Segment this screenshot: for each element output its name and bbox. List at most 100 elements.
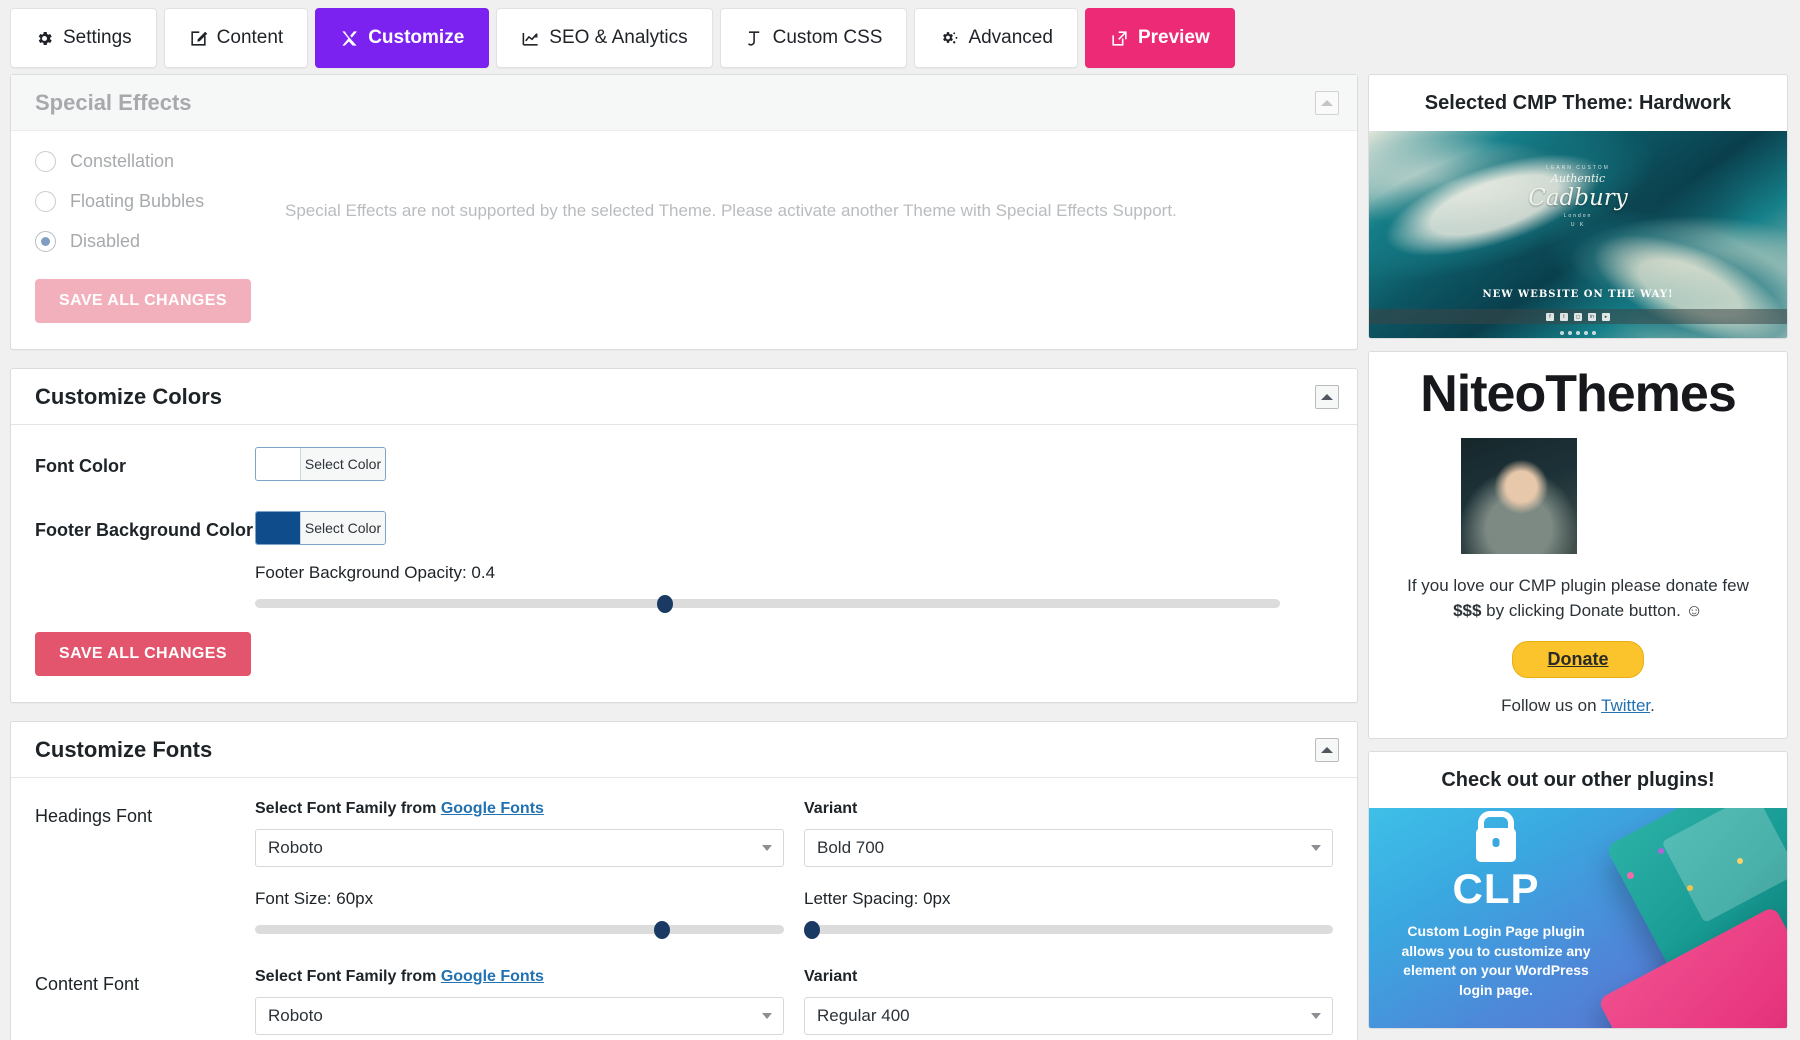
save-all-changes-button-effects[interactable]: SAVE ALL CHANGES [35,279,251,323]
headings-font-label: Headings Font [35,800,255,934]
tab-seo-analytics[interactable]: SEO & Analytics [496,8,712,68]
theme-preview-logo: LEARN CUSTOM Authentic Cadbury London U … [1369,165,1787,228]
tab-content[interactable]: Content [164,8,309,68]
clp-plugin-banner[interactable]: CLP Custom Login Page plugin allows you … [1369,808,1787,1028]
special-effects-note: Special Effects are not supported by the… [285,151,1177,271]
external-link-icon [1110,29,1129,48]
tab-label: Content [217,27,284,49]
slider-knob[interactable] [657,595,673,613]
tab-preview[interactable]: Preview [1085,8,1235,68]
slider-knob[interactable] [804,921,820,939]
font-color-picker[interactable]: Select Color [255,447,386,481]
headings-font-family-group: Select Font Family from Google Fonts Rob… [255,800,784,867]
font-family-label: Select Font Family from Google Fonts [255,800,784,818]
chart-line-icon [521,29,540,48]
collapse-up-icon[interactable] [1315,385,1339,409]
twitter-link[interactable]: Twitter [1601,696,1650,715]
radio-circle[interactable] [35,191,56,212]
tab-label: Customize [368,27,464,49]
theme-preview-carousel-dots [1369,331,1787,335]
theme-preview-sub-label: London [1369,213,1787,219]
radio-floating-bubbles[interactable]: Floating Bubbles [35,191,285,212]
tab-custom-css[interactable]: Custom CSS [720,8,908,68]
footer-bg-color-swatch[interactable] [256,512,300,544]
footer-bg-color-row: Footer Background Color Select Color [35,511,1333,549]
selected-theme-panel: Selected CMP Theme: Hardwork LEARN CUSTO… [1368,74,1788,339]
donate-button[interactable]: Donate [1512,641,1643,678]
donate-message-part1: If you love our CMP plugin please donate… [1407,576,1749,595]
select-value: Bold 700 [817,838,884,858]
font-color-row: Font Color Select Color [35,447,1333,485]
tab-settings[interactable]: Settings [10,8,157,68]
theme-preview-social-bar: f t ◻ in ▸ [1369,309,1787,324]
niteothemes-panel: NiteoThemes If you love our CMP plugin p… [1368,351,1788,739]
content-columns: Special Effects Constellation [10,74,1790,1040]
select-color-label[interactable]: Select Color [300,448,385,480]
collapse-up-icon[interactable] [1315,91,1339,115]
footer-opacity-slider[interactable] [255,599,1280,608]
font-family-label-prefix: Select Font Family from [255,968,441,985]
radio-disabled[interactable]: Disabled [35,231,285,252]
instagram-icon: ◻ [1574,313,1582,321]
follow-us-text: Follow us on Twitter. [1387,696,1769,716]
select-color-label[interactable]: Select Color [300,512,385,544]
footer-opacity-label: Footer Background Opacity: 0.4 [255,563,1280,583]
select-value: Roboto [268,1006,323,1026]
customize-fonts-body: Headings Font Select Font Family from Go… [11,778,1357,1040]
theme-preview-sub-label2: U K [1369,222,1787,228]
donate-message-bold: $$$ [1453,601,1481,620]
radio-circle[interactable] [35,151,56,172]
google-fonts-link[interactable]: Google Fonts [441,800,544,817]
customize-fonts-header: Customize Fonts [11,722,1357,778]
theme-preview-top-label: LEARN CUSTOM [1369,165,1787,171]
slider-knob[interactable] [654,921,670,939]
collapse-up-icon[interactable] [1315,738,1339,762]
sidebar-column: Selected CMP Theme: Hardwork LEARN CUSTO… [1368,74,1788,1040]
edit-square-icon [189,29,208,48]
main-column: Special Effects Constellation [10,74,1358,1040]
save-all-changes-button-colors[interactable]: SAVE ALL CHANGES [35,632,251,676]
theme-preview-brand: Cadbury [1369,186,1787,210]
content-font-row: Content Font Select Font Family from Goo… [35,968,1333,1040]
css-icon [745,29,764,48]
headings-variant-select[interactable]: Bold 700 [804,829,1333,867]
tab-label: Custom CSS [773,27,883,49]
customize-fonts-panel: Customize Fonts Headings Font Select Fon… [10,721,1358,1040]
content-variant-group: Variant Regular 400 [804,968,1333,1035]
clp-banner-description: Custom Login Page plugin allows you to c… [1391,922,1601,1000]
niteothemes-logo: NiteoThemes [1387,364,1769,424]
font-color-swatch[interactable] [256,448,300,480]
avatar [1461,438,1577,554]
headings-font-size-slider[interactable] [255,925,784,934]
select-value: Roboto [268,838,323,858]
other-plugins-title: Check out our other plugins! [1369,752,1787,808]
youtube-icon: ▸ [1602,313,1610,321]
theme-preview-image[interactable]: LEARN CUSTOM Authentic Cadbury London U … [1369,131,1787,338]
google-fonts-link[interactable]: Google Fonts [441,968,544,985]
headings-font-family-select[interactable]: Roboto [255,829,784,867]
avatar [1579,438,1695,554]
radio-circle[interactable] [35,231,56,252]
content-font-label: Content Font [35,968,255,1040]
lock-icon [1476,828,1516,862]
donate-message-part2: by clicking Donate button. ☺ [1481,601,1702,620]
chevron-down-icon [1311,845,1321,851]
main-tab-bar: Settings Content Customize SEO & Analyti… [10,8,1790,68]
headings-letter-spacing-slider[interactable] [804,925,1333,934]
content-variant-select[interactable]: Regular 400 [804,997,1333,1035]
tab-advanced[interactable]: Advanced [914,8,1078,68]
footer-bg-color-picker[interactable]: Select Color [255,511,386,545]
facebook-icon: f [1546,313,1554,321]
team-photos [1387,438,1769,554]
font-family-label-prefix: Select Font Family from [255,800,441,817]
radio-constellation[interactable]: Constellation [35,151,285,172]
content-font-family-select[interactable]: Roboto [255,997,784,1035]
footer-bg-color-label: Footer Background Color [35,511,255,541]
clp-banner-content: CLP Custom Login Page plugin allows you … [1391,828,1601,1000]
headings-variant-group: Variant Bold 700 [804,800,1333,867]
tab-customize[interactable]: Customize [315,8,489,68]
panel-title: Special Effects [35,90,192,116]
footer-opacity-row: Footer Background Opacity: 0.4 [35,563,1333,608]
theme-preview-tagline: NEW WEBSITE ON THE WAY! [1369,289,1787,300]
radio-label: Disabled [70,231,140,252]
